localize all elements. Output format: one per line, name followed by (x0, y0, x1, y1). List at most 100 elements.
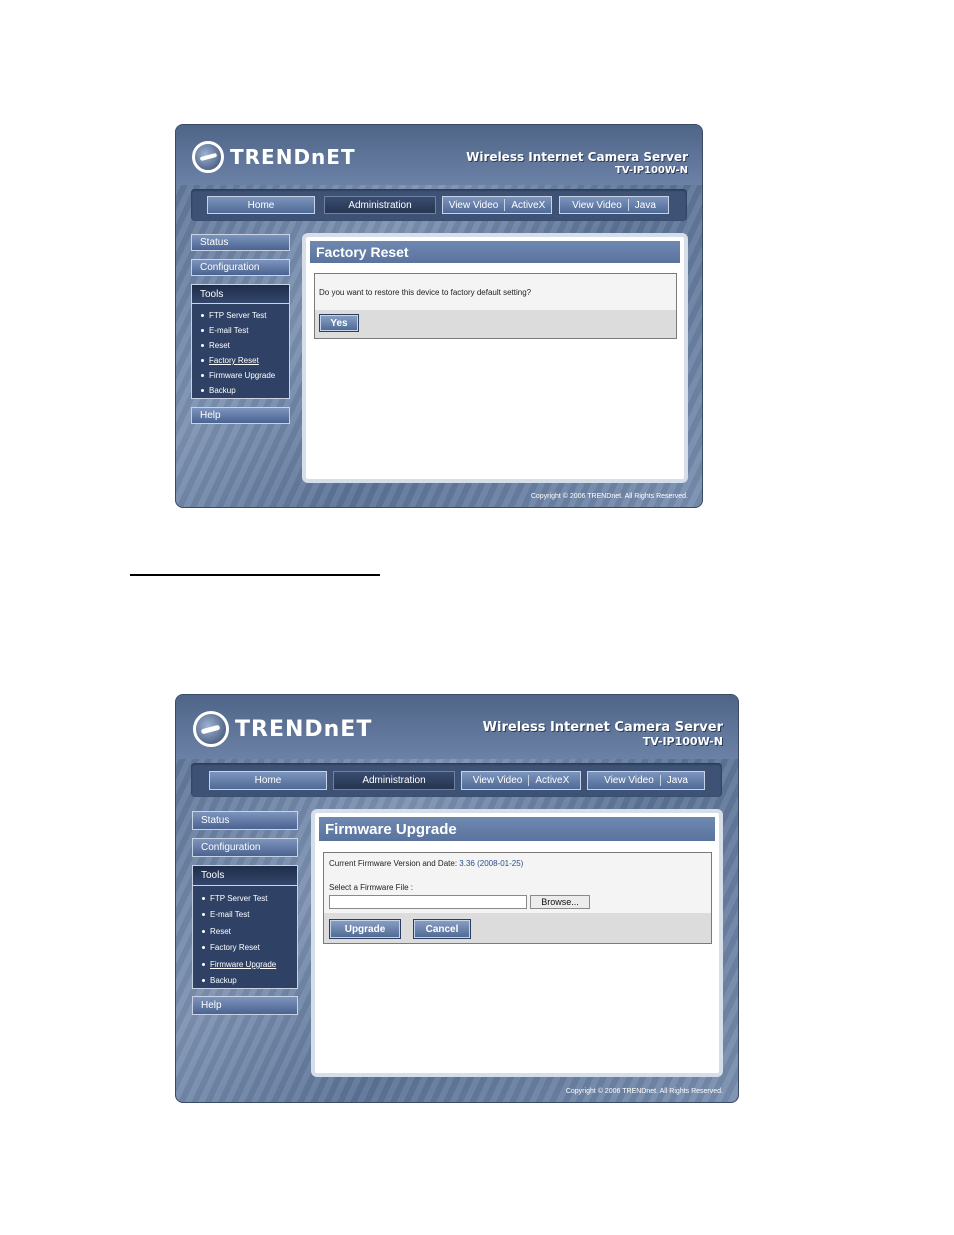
current-firmware-line: Current Firmware Version and Date: 3.36 … (329, 859, 523, 868)
nav-java-label: Java (666, 775, 688, 786)
bullet-icon (201, 314, 204, 317)
tools-item[interactable]: Firmware Upgrade (193, 956, 297, 973)
tools-item[interactable]: Factory Reset (193, 940, 297, 957)
tools-item[interactable]: E-mail Test (193, 907, 297, 924)
restore-question: Do you want to restore this device to fa… (319, 288, 532, 297)
nav-view-video-label: View Video (572, 199, 622, 211)
bullet-icon (201, 374, 204, 377)
sidebar-status-label: Status (200, 237, 229, 248)
button-bar (315, 310, 676, 338)
nav-activex-label: ActiveX (535, 775, 570, 786)
nav-home-button[interactable]: Home (207, 196, 315, 214)
tools-list: FTP Server Test E-mail Test Reset Factory R… (193, 886, 297, 989)
page-title: Factory Reset (310, 241, 680, 263)
current-firmware-value: 3.36 (2008-01-25) (459, 859, 524, 868)
product-heading: Wireless Internet Camera Server TV-IP100… (466, 150, 688, 176)
tools-item[interactable]: Reset (192, 338, 289, 353)
sidebar-tools-menu: Tools FTP Server Test E-mail Test Reset Fac… (192, 865, 298, 989)
nav-view-video-java-button[interactable]: View Video Java (587, 771, 705, 790)
nav-view-video-label: View Video (472, 775, 523, 786)
tools-item[interactable]: Factory Reset (192, 353, 289, 368)
nav-separator (528, 774, 530, 787)
yes-button[interactable]: Yes (319, 314, 359, 332)
sidebar-configuration-button[interactable]: Configuration (191, 259, 290, 276)
nav-home-label: Home (254, 775, 282, 786)
factory-reset-screenshot: TRENDnET Wireless Internet Camera Server… (175, 124, 703, 508)
brand-text: TRENDnET (235, 716, 373, 742)
trendnet-logo: TRENDnET (192, 141, 356, 173)
bullet-icon (201, 329, 204, 332)
sidebar-configuration-button[interactable]: Configuration (192, 838, 298, 857)
nav-view-video-activex-button[interactable]: View Video ActiveX (442, 196, 552, 214)
nav-view-video-label: View Video (604, 775, 654, 786)
page-title-text: Firmware Upgrade (325, 820, 457, 838)
trendnet-logo-icon (193, 711, 229, 747)
tools-item[interactable]: Backup (192, 383, 289, 398)
sidebar-configuration-label: Configuration (201, 842, 261, 853)
tools-item-label: Factory Reset (209, 356, 259, 365)
sidebar-status-button[interactable]: Status (192, 811, 298, 830)
nav-view-video-label: View Video (448, 199, 499, 211)
sidebar-tools-label: Tools (201, 870, 225, 881)
tools-item-label: Reset (209, 341, 230, 350)
nav-view-video-activex-button[interactable]: View Video ActiveX (461, 771, 581, 790)
copyright: Copyright © 2006 TRENDnet. All Rights Re… (530, 493, 688, 500)
nav-administration-button[interactable]: Administration (333, 771, 455, 790)
bullet-icon (202, 979, 205, 983)
nav-separator (627, 199, 629, 211)
trendnet-logo: TRENDnET (193, 711, 372, 747)
sidebar-status-label: Status (201, 815, 230, 826)
cancel-button-label: Cancel (425, 923, 459, 935)
tools-item-label: E-mail Test (210, 910, 250, 920)
sidebar-help-label: Help (200, 410, 221, 421)
bullet-icon (202, 962, 205, 966)
tools-item[interactable]: E-mail Test (192, 323, 289, 338)
brand-text: TRENDnET (230, 145, 356, 169)
bullet-icon (201, 389, 204, 392)
firmware-file-input[interactable] (329, 895, 527, 909)
bullet-icon (202, 946, 205, 950)
tools-item[interactable]: Backup (193, 973, 297, 990)
tools-item-label: Reset (210, 926, 231, 936)
bullet-icon (201, 344, 204, 347)
tools-item-label: E-mail Test (209, 326, 249, 335)
tools-list: FTP Server Test E-mail Test Reset Factory R… (192, 304, 289, 398)
browse-button[interactable]: Browse... (530, 895, 590, 909)
tools-item[interactable]: Reset (193, 923, 297, 940)
nav-administration-label: Administration (362, 775, 426, 786)
tools-item[interactable]: Firmware Upgrade (192, 368, 289, 383)
browse-button-label: Browse... (541, 897, 579, 907)
sidebar-status-button[interactable]: Status (191, 234, 290, 251)
product-title: Wireless Internet Camera Server (466, 150, 688, 164)
cancel-button[interactable]: Cancel (413, 919, 471, 939)
nav-separator (504, 199, 506, 211)
tools-item[interactable]: FTP Server Test (193, 890, 297, 907)
upgrade-button[interactable]: Upgrade (329, 919, 401, 939)
sidebar-configuration-label: Configuration (200, 262, 260, 273)
bullet-icon (202, 929, 205, 933)
product-model: TV-IP100W-N (614, 164, 688, 176)
sidebar-help-button[interactable]: Help (192, 996, 298, 1015)
current-firmware-label: Current Firmware Version and Date: (329, 859, 458, 868)
nav-separator (659, 774, 661, 787)
sidebar-tools-title: Tools (193, 866, 297, 886)
copyright: Copyright © 2006 TRENDnet. All Rights Re… (565, 1088, 723, 1095)
nav-home-button[interactable]: Home (209, 771, 327, 790)
factory-reset-panel: Do you want to restore this device to fa… (314, 273, 677, 339)
nav-administration-button[interactable]: Administration (324, 196, 436, 214)
nav-view-video-java-button[interactable]: View Video Java (559, 196, 669, 214)
tools-item[interactable]: FTP Server Test (192, 308, 289, 323)
tools-item-label: Factory Reset (210, 943, 260, 953)
tools-item-label: FTP Server Test (209, 311, 267, 320)
sidebar-help-button[interactable]: Help (191, 407, 290, 424)
product-model: TV-IP100W-N (642, 734, 723, 748)
sidebar-tools-title: Tools (192, 285, 289, 304)
firmware-upgrade-panel: Current Firmware Version and Date: 3.36 … (323, 852, 712, 944)
product-title: Wireless Internet Camera Server (482, 720, 723, 735)
upgrade-button-label: Upgrade (344, 923, 386, 935)
main-content: Firmware Upgrade Current Firmware Versio… (311, 809, 723, 1077)
nav-administration-label: Administration (348, 199, 412, 211)
nav-home-label: Home (247, 199, 275, 211)
section-underline (130, 574, 380, 576)
tools-item-label: Backup (209, 386, 236, 395)
